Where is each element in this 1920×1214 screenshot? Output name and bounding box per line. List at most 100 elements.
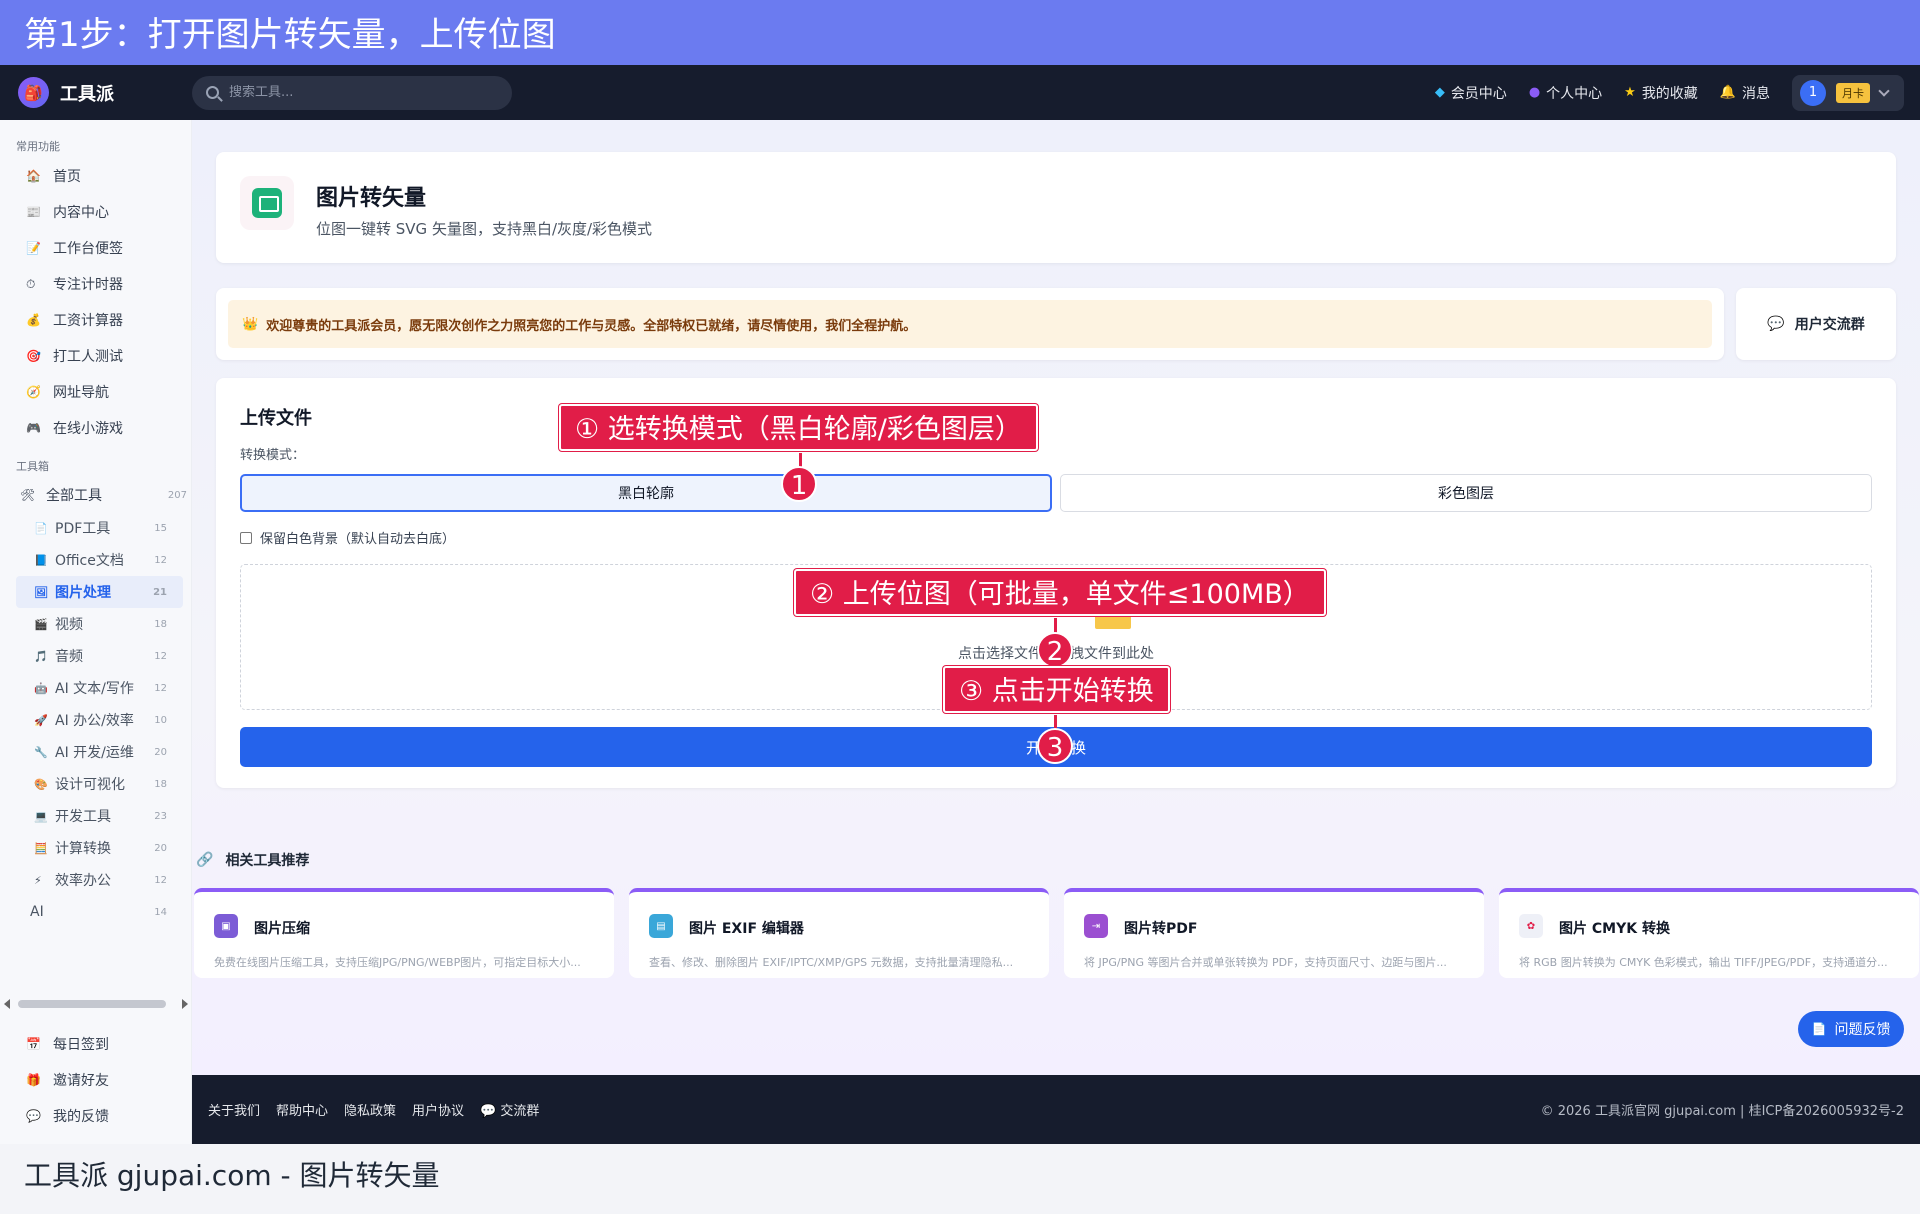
sidebar-item-home[interactable]: 🏠 首页 [0, 158, 191, 194]
sidebar-section-toolbox: 工具箱 [16, 460, 49, 473]
footer-link-group[interactable]: 💬 交流群 [480, 1100, 539, 1119]
sidebar-item-efficiency[interactable]: ⚡ 效率办公 12 [0, 864, 191, 896]
sidebar-item-ai-office[interactable]: 🚀 AI 办公/效率 10 [0, 704, 191, 736]
clapper-icon: 🎬 [34, 617, 48, 631]
sidebar-item-notes[interactable]: 📝 工作台便签 [0, 230, 191, 266]
user-group-button[interactable]: 💬 用户交流群 [1736, 288, 1896, 360]
logo-icon: 🎒 [18, 77, 49, 108]
sidebar-section-common: 常用功能 [16, 140, 60, 153]
annotation-step-1-marker: 1 [781, 466, 817, 502]
sidebar-item-office[interactable]: 📘 Office文档 12 [0, 544, 191, 576]
related-tool-card[interactable]: ✿ 图片 CMYK 转换 将 RGB 图片转换为 CMYK 色彩模式，输出 TI… [1499, 888, 1919, 978]
keep-white-bg-option[interactable]: 保留白色背景（默认自动去白底） [240, 528, 455, 547]
sidebar-item-all-tools[interactable]: 🛠 全部工具 207 [0, 478, 191, 512]
sidebar-item-focus-timer[interactable]: ⏱ 专注计时器 [0, 266, 191, 302]
nav-member-center[interactable]: ◆ 会员中心 [1435, 83, 1507, 103]
related-tool-card[interactable]: ⇥ 图片转PDF 将 JPG/PNG 等图片合并或单张转换为 PDF，支持页面尺… [1064, 888, 1484, 978]
sidebar-item-ai[interactable]: AI 14 [0, 896, 191, 928]
annotation-step-1-label: ① 选转换模式（黑白轮廓/彩色图层） [559, 404, 1038, 451]
sidebar-item-content-center[interactable]: 📰 内容中心 [0, 194, 191, 230]
count-badge: 207 [167, 489, 187, 501]
step-banner-title: 第1步：打开图片转矢量，上传位图 [0, 0, 1920, 65]
footer-link-privacy[interactable]: 隐私政策 [344, 1100, 396, 1119]
sidebar-item-url-nav[interactable]: 🧭 网址导航 [0, 374, 191, 410]
pdf-icon: 📄 [34, 521, 48, 535]
sidebar-item-salary-calc[interactable]: 💰 工资计算器 [0, 302, 191, 338]
footer-copyright: © 2026 工具派官网 gjupai.com | 桂ICP备202600593… [1540, 1104, 1904, 1119]
scrollbar-thumb[interactable] [18, 1000, 166, 1008]
upload-title: 上传文件 [240, 408, 312, 429]
sidebar-item-audio[interactable]: 🎵 音频 12 [0, 640, 191, 672]
sidebar-item-daily-checkin[interactable]: 📅 每日签到 [0, 1026, 191, 1062]
scroll-left-icon[interactable] [4, 999, 10, 1009]
sidebar-item-my-feedback[interactable]: 💬 我的反馈 [0, 1098, 191, 1134]
nav-favorites[interactable]: ★ 我的收藏 [1624, 83, 1698, 103]
sidebar-item-dev-tools[interactable]: 💻 开发工具 23 [0, 800, 191, 832]
bell-icon: 🔔 [1719, 85, 1736, 100]
computer-icon: 💻 [34, 809, 48, 823]
search-input[interactable] [229, 85, 489, 100]
sidebar-item-pdf[interactable]: 📄 PDF工具 15 [0, 512, 191, 544]
sidebar-item-ai-writing[interactable]: 🤖 AI 文本/写作 12 [0, 672, 191, 704]
annotation-step-2-marker: 2 [1037, 632, 1073, 668]
star-icon: ★ [1624, 85, 1636, 100]
nav-messages[interactable]: 🔔 消息 [1720, 83, 1770, 103]
wrench-icon: 🔧 [34, 745, 48, 759]
keep-white-bg-checkbox[interactable] [240, 531, 252, 544]
sidebar-item-invite[interactable]: 🎁 邀请好友 [0, 1062, 191, 1098]
feedback-button[interactable]: 📄 问题反馈 [1798, 1011, 1904, 1047]
annotation-step-3-label: ③ 点击开始转换 [943, 666, 1170, 713]
footer-link-about[interactable]: 关于我们 [208, 1100, 260, 1119]
diamond-icon: ◆ [1434, 85, 1445, 100]
sidebar-horizontal-scrollbar[interactable] [4, 996, 188, 1010]
scroll-right-icon[interactable] [182, 999, 188, 1009]
page-description: 位图一键转 SVG 矢量图，支持黑白/灰度/彩色模式 [316, 220, 653, 238]
mode-label: 转换模式： [240, 448, 306, 463]
annotation-step-3-marker: 3 [1037, 728, 1073, 764]
footer-link-terms[interactable]: 用户协议 [412, 1100, 464, 1119]
compass-icon: 🧭 [26, 385, 41, 399]
book-icon: 📘 [34, 553, 48, 567]
gift-icon: 🎁 [26, 1073, 41, 1087]
sidebar-item-calc[interactable]: 🧮 计算转换 20 [0, 832, 191, 864]
sidebar-item-video[interactable]: 🎬 视频 18 [0, 608, 191, 640]
target-icon: 🎯 [26, 349, 41, 363]
related-tools-heading: 🔗 相关工具推荐 [196, 852, 310, 869]
money-bag-icon: 💰 [26, 313, 41, 327]
welcome-text: 欢迎尊贵的工具派会员，愿无限次创作之力照亮您的工作与灵感。全部特权已就绪，请尽情… [266, 318, 917, 334]
lightning-icon: ⚡ [34, 873, 42, 887]
sidebar-item-image[interactable]: 🖼 图片处理 21 [16, 576, 183, 608]
user-menu[interactable]: 1 月卡 [1792, 74, 1904, 111]
search-icon [206, 86, 219, 99]
footer-link-help[interactable]: 帮助中心 [276, 1100, 328, 1119]
crown-icon: 👑 [242, 316, 259, 332]
search-bar[interactable] [192, 75, 512, 110]
chat-bubble-icon: 💬 [1767, 316, 1785, 332]
sidebar-item-design[interactable]: 🎨 设计可视化 18 [0, 768, 191, 800]
avatar: 1 [1800, 79, 1826, 106]
related-tool-card[interactable]: ▤ 图片 EXIF 编辑器 查看、修改、删除图片 EXIF/IPTC/XMP/G… [629, 888, 1049, 978]
footer: 关于我们 帮助中心 隐私政策 用户协议 💬 交流群 © 2026 工具派官网 g… [192, 1075, 1920, 1144]
image-icon: 🖼 [34, 585, 48, 599]
page-title: 图片转矢量 [316, 186, 427, 211]
sidebar-item-worker-test[interactable]: 🎯 打工人测试 [0, 338, 191, 374]
tools-icon: 🛠 [20, 488, 36, 502]
mode-color-layers-button[interactable]: 彩色图层 [1060, 474, 1872, 512]
calendar-icon: 📅 [26, 1037, 41, 1051]
nav-personal-center[interactable]: ● 个人中心 [1529, 83, 1602, 103]
sidebar-item-ai-devops[interactable]: 🔧 AI 开发/运维 20 [0, 736, 191, 768]
related-tool-card[interactable]: ▣ 图片压缩 免费在线图片压缩工具，支持压缩JPG/PNG/WEBP图片，可指定… [194, 888, 614, 978]
document-icon: 📄 [1811, 1022, 1827, 1036]
welcome-banner: 👑 欢迎尊贵的工具派会员，愿无限次创作之力照亮您的工作与灵感。全部特权已就绪，请… [228, 300, 1712, 348]
logo[interactable]: 🎒 工具派 [18, 77, 192, 108]
music-icon: 🎵 [34, 649, 48, 663]
tool-image-icon [240, 176, 294, 230]
cmyk-icon: ✿ [1519, 914, 1543, 938]
stopwatch-icon: ⏱ [26, 276, 36, 291]
sidebar-item-games[interactable]: 🎮 在线小游戏 [0, 410, 191, 446]
link-icon: 🔗 [196, 852, 214, 868]
mode-bw-outline-button[interactable]: 黑白轮廓 [240, 474, 1052, 512]
rocket-icon: 🚀 [34, 713, 48, 727]
annotation-step-2-label: ② 上传位图（可批量，单文件≤100MB） [794, 569, 1326, 616]
abacus-icon: 🧮 [34, 841, 48, 855]
